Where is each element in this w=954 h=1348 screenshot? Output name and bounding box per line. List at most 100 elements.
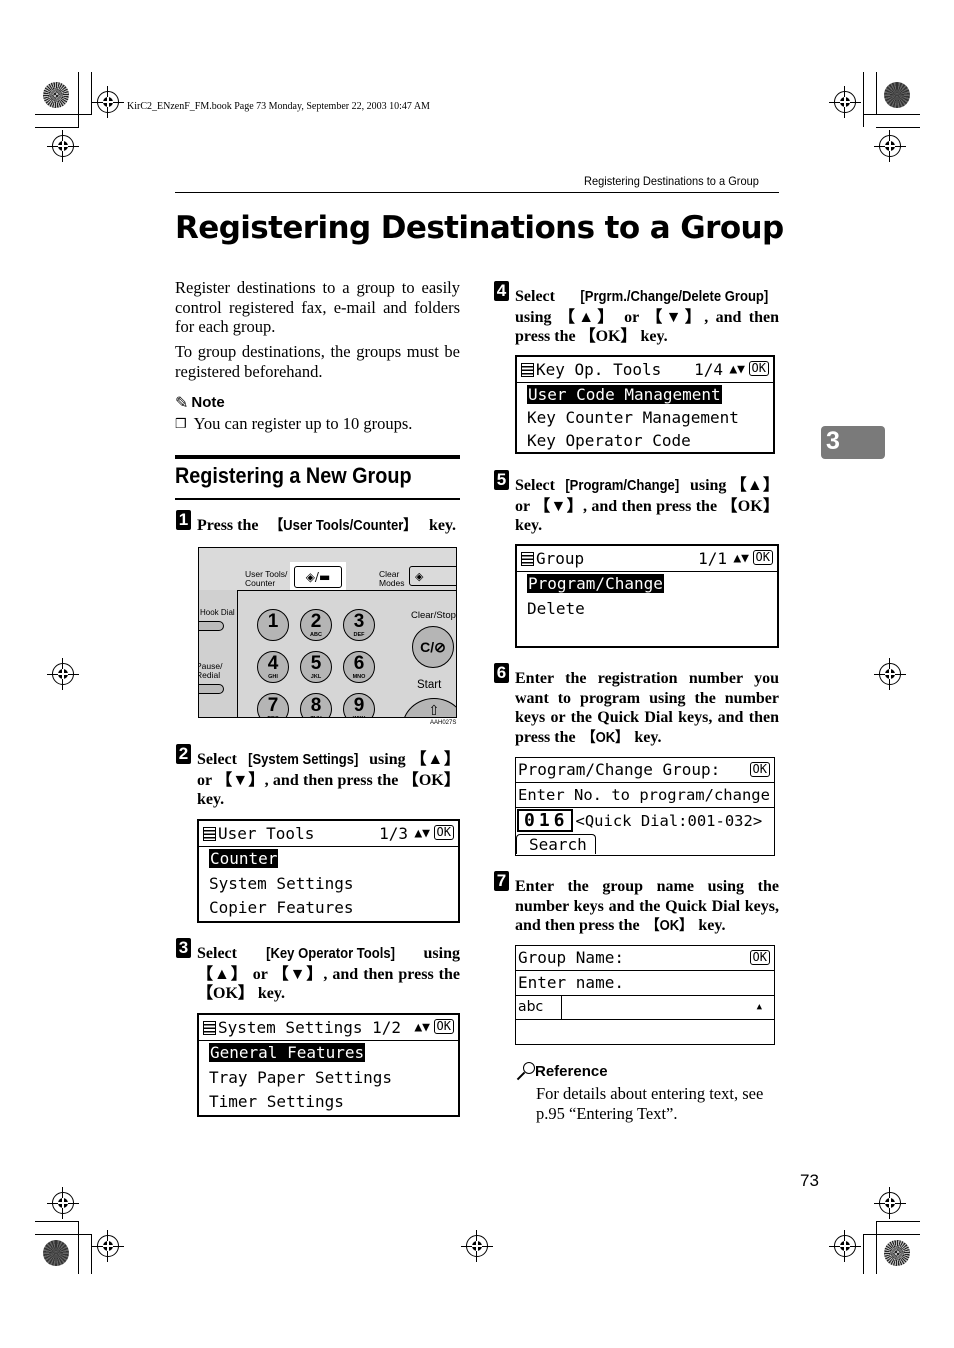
figure-code: AAH027S [430,720,457,726]
search-button[interactable]: Search [516,834,596,854]
lcd-page: 1/1 [698,549,727,568]
key-name: [Key Operator Tools] [265,946,395,962]
control-panel-illustration: User Tools/ Counter ◈/▬ Clear Modes ◈ Ho… [198,547,457,718]
number-key-3[interactable]: 3 DEF [343,609,375,641]
step-text: Press the [197,517,263,534]
step-text: key. [630,728,662,746]
registration-target-icon [47,658,79,690]
clear-modes-label: Clear Modes [379,569,405,588]
lcd-empty-row [516,1020,774,1042]
registration-target-icon [47,130,79,162]
number-key-2[interactable]: 2 ABC [300,609,332,641]
step-text: Select [515,288,571,305]
lcd-page: 1/3 [379,824,408,843]
registration-rosette-icon [884,82,910,108]
lcd-page: 1/2 [372,1018,402,1037]
step-number: 6 [494,663,509,683]
note-block: ✎ Note ❒ You can register up to 10 group… [175,393,460,434]
reference-block: Reference For details about entering tex… [515,1061,779,1123]
section-title: Registering a New Group [175,463,412,488]
lcd-title: Group Name: [518,948,624,967]
registration-rosette-icon [884,1240,910,1266]
registration-target-icon [874,658,906,690]
key-name: 【OK】 [646,918,692,934]
lcd-menu-item[interactable]: User Code Management [517,383,773,406]
step-number: 7 [494,871,509,891]
step-5: 5 Select [Program/Change] using 【▲】 or 【… [493,470,779,534]
number-key-8[interactable]: 8TUV [300,693,332,717]
registration-number-field[interactable]: 016 [517,809,573,832]
step-text: key. [424,517,457,534]
number-key-1[interactable]: 1 [257,609,289,641]
key-name: [Program/Change] [565,478,680,494]
lcd-title: Program/Change Group: [518,760,721,779]
lcd-menu-item[interactable]: Key Counter Management [517,406,773,429]
pause-redial-label: Pause/ Redial [198,661,223,680]
lcd-menu-item[interactable]: Counter [199,847,458,872]
step-text: using 【▲】 or 【▼】, and then press the 【OK… [515,308,779,346]
start-key[interactable]: ⇧ [402,698,456,717]
lcd-system-settings: System Settings 1/2 ▲▼ OK General Features… [197,1013,460,1117]
hook-dial-key[interactable] [199,621,224,631]
clear-modes-key[interactable]: ◈ [409,566,456,586]
chapter-number: 3 [826,427,840,455]
input-mode-indicator[interactable]: abc [516,996,562,1019]
lcd-menu-item[interactable]: Copier Features [199,896,458,921]
lcd-page: 1/4 [694,360,723,379]
step-6: 6 Enter the registration number you want… [493,663,779,746]
ok-key[interactable]: OK [749,762,770,777]
lcd-title: Group [536,549,585,568]
note-heading: Note [191,394,225,411]
number-key-6[interactable]: 6 MNO [343,651,375,683]
step-1: 1 Press the 【User Tools/Counter】 key. [175,510,460,534]
registration-target-icon [461,1230,493,1262]
lcd-user-tools: User Tools 1/3 ▲▼ OK Counter System Setting… [197,819,460,923]
step-text: Select [515,477,560,494]
quick-dial-range: <Quick Dial:001-032> [575,811,763,830]
key-name: 【User Tools/Counter】 [270,518,417,534]
reference-text: For details about entering text, see p.9… [536,1084,764,1123]
number-key-4[interactable]: 4 GHI [257,651,289,683]
number-key-7[interactable]: 7PRS [257,693,289,717]
registration-rosette-icon [43,82,69,108]
lcd-menu-item[interactable]: General Features [199,1041,458,1066]
lcd-menu-item[interactable]: Key Operator Code [517,429,773,452]
lcd-menu-item[interactable]: Program/Change [517,572,777,597]
number-key-9[interactable]: 9WXY [343,693,375,717]
ok-key[interactable]: OK [749,950,770,965]
ok-key[interactable]: OK [433,1019,454,1034]
ok-key[interactable]: OK [752,550,773,565]
lcd-prompt: Enter No. to program/change [516,783,774,808]
user-tools-counter-key[interactable]: ◈/▬ [290,562,346,590]
pause-redial-key[interactable] [199,684,224,694]
key-name: [Prgrm./Change/Delete Group] [580,289,769,305]
pencil-icon: ✎ [175,393,189,412]
cursor-indicator-icon: ▲ [756,1002,762,1012]
registration-target-icon [92,86,124,118]
lcd-menu-item[interactable]: Timer Settings [199,1090,458,1115]
lcd-title: Key Op. Tools [536,360,662,379]
note-item: You can register up to 10 groups. [193,414,413,433]
up-down-arrows-icon: ▲▼ [414,826,430,841]
lcd-menu-item[interactable]: Tray Paper Settings [199,1066,458,1091]
intro-paragraph-2: To group destinations, the groups must b… [175,342,460,381]
step-number: 1 [176,510,191,530]
group-name-input[interactable]: ▲ [562,996,774,1019]
ok-key[interactable]: OK [748,361,769,376]
clear-stop-key[interactable]: C/⊘ [412,626,454,668]
up-down-arrows-icon: ▲▼ [414,1020,430,1035]
lcd-menu-item[interactable]: System Settings [199,872,458,897]
lcd-menu-item [517,621,777,646]
page-number: 73 [800,1171,819,1190]
step-text: Select [197,751,242,768]
hook-dial-label: Hook Dial [200,608,235,617]
lcd-menu-item[interactable]: Delete [517,597,777,622]
menu-icon [203,826,216,841]
number-key-5[interactable]: 5 JKL [300,651,332,683]
menu-icon [203,1020,216,1035]
start-label: Start [417,679,442,691]
ok-key[interactable]: OK [433,825,454,840]
lcd-key-op-tools: Key Op. Tools 1/4 ▲▼ OK User Code Managemen… [515,355,775,454]
registration-target-icon [47,1187,79,1219]
step-7: 7 Enter the group name using the number … [493,871,779,934]
